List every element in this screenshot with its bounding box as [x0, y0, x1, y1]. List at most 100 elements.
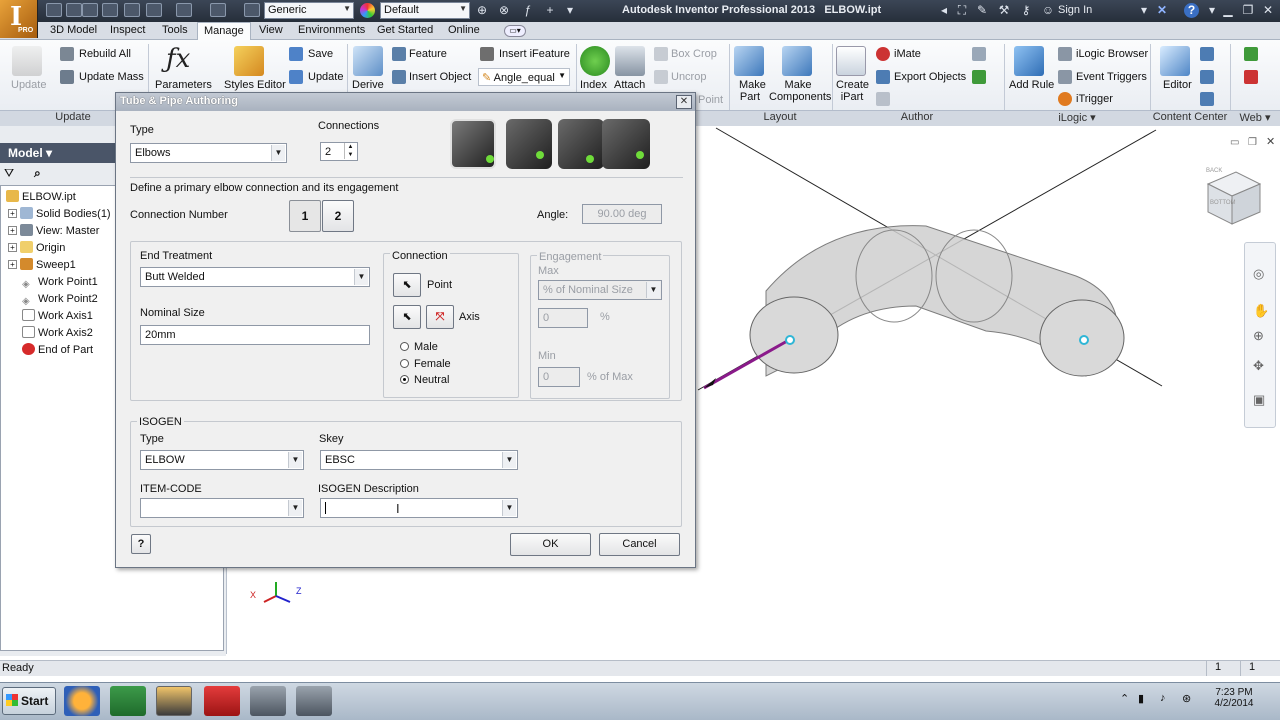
viewport-close-icon[interactable]: ✕ — [1266, 135, 1275, 148]
acrobat-icon[interactable] — [204, 686, 240, 716]
tree-item-work-point2[interactable]: ◈ Work Point2 — [22, 292, 98, 309]
material-style-combo[interactable]: Generic ▼ — [264, 2, 354, 19]
tee-preview-icon[interactable] — [558, 119, 604, 169]
chevron-down-icon[interactable]: ▾ — [1204, 3, 1220, 18]
max-combo[interactable]: % of Nominal Size ▼ — [538, 280, 662, 300]
rebuild-all-button[interactable]: Rebuild All — [79, 48, 131, 60]
ok-button[interactable]: OK — [510, 533, 591, 556]
tree-item-work-point1[interactable]: ◈ Work Point1 — [22, 275, 98, 292]
orbit-icon[interactable]: ✥ — [1253, 358, 1264, 374]
index-button[interactable]: Index — [580, 79, 607, 91]
tab-tools[interactable]: Tools — [156, 22, 194, 40]
uncrop-button[interactable]: Uncrop — [671, 71, 706, 83]
tab-get-started[interactable]: Get Started — [371, 22, 439, 40]
tree-item-work-axis2[interactable]: Work Axis2 — [22, 326, 93, 343]
event-triggers-button[interactable]: Event Triggers — [1076, 71, 1147, 83]
update-mass-button[interactable]: Update Mass — [79, 71, 144, 83]
imate-button[interactable]: iMate — [894, 48, 921, 60]
table-icon[interactable] — [876, 92, 890, 106]
undo-icon[interactable] — [124, 3, 140, 17]
find-icon[interactable]: ⌕ — [34, 166, 52, 180]
clear-appearance-icon[interactable]: ⊗ — [496, 3, 512, 18]
tree-item-origin[interactable]: + Origin — [8, 241, 65, 258]
expand-icon[interactable]: + — [8, 260, 17, 269]
ribbon-toggle-button[interactable]: ▭▾ — [504, 25, 526, 37]
new-dropdown-icon[interactable] — [66, 3, 82, 17]
select-point-button[interactable]: ⬉ — [393, 273, 421, 297]
ilogic-browser-button[interactable]: iLogic Browser — [1076, 48, 1148, 60]
chevron-down-icon[interactable]: ▾ — [1136, 3, 1152, 18]
tab-inspect[interactable]: Inspect — [104, 22, 151, 40]
tab-online[interactable]: Online — [442, 22, 486, 40]
clock[interactable]: 7:23 PM 4/2/2014 — [1204, 687, 1264, 709]
pan-icon[interactable]: ✋ — [1253, 303, 1269, 319]
open-file-icon[interactable] — [82, 3, 98, 17]
editor-button[interactable]: Editor — [1163, 79, 1192, 91]
zoom-icon[interactable]: ⊕ — [1253, 328, 1264, 344]
select-icon[interactable] — [244, 3, 260, 17]
dialog-title-bar[interactable]: Tube & Pipe Authoring — [116, 93, 695, 111]
connections-spinner[interactable]: 2 ▲ ▼ — [320, 142, 358, 161]
fx-icon[interactable]: ƒ — [520, 3, 536, 18]
tree-item-end-of-part[interactable]: End of Part — [22, 343, 93, 360]
create-ipart-button[interactable]: Create iPart — [836, 79, 869, 103]
tab-3d-model[interactable]: 3D Model — [44, 22, 103, 40]
start-button[interactable]: Start — [2, 687, 56, 715]
derive-button[interactable]: Derive — [352, 79, 384, 91]
tree-item-sweep1[interactable]: + Sweep1 — [8, 258, 76, 275]
app-taskbar-icon-1[interactable] — [250, 686, 286, 716]
flip-axis-button[interactable]: ⤧ — [426, 305, 454, 329]
inventor-taskbar-icon[interactable] — [156, 686, 192, 716]
return-icon[interactable] — [176, 3, 192, 17]
tree-item-solid-bodies[interactable]: + Solid Bodies(1) — [8, 207, 111, 224]
styles-editor-button[interactable]: Styles Editor — [224, 79, 286, 91]
tools-icon[interactable]: ⚒ — [996, 3, 1012, 18]
close-icon[interactable]: ✕ — [1260, 3, 1276, 18]
help-button[interactable]: ? — [131, 534, 151, 554]
min-value-field[interactable]: 0 — [538, 367, 580, 387]
look-at-icon[interactable]: ▣ — [1253, 392, 1265, 408]
wrench-icon[interactable]: ✎ — [974, 3, 990, 18]
dialog-close-button[interactable]: ✕ — [676, 95, 692, 109]
expand-icon[interactable]: + — [8, 226, 17, 235]
content-center-icon-1[interactable] — [1200, 47, 1214, 61]
feature-button[interactable]: Feature — [409, 48, 447, 60]
expand-icon[interactable]: + — [8, 209, 17, 218]
parameters-button[interactable]: Parameters — [155, 79, 212, 91]
tab-environments[interactable]: Environments — [292, 22, 371, 40]
tab-manage[interactable]: Manage — [197, 22, 251, 40]
itrigger-button[interactable]: iTrigger — [1076, 93, 1113, 105]
redo-icon[interactable] — [146, 3, 162, 17]
search-arrow-icon[interactable]: ◂ — [936, 3, 952, 18]
cancel-button[interactable]: Cancel — [599, 533, 680, 556]
help-icon[interactable]: ? — [1184, 3, 1199, 18]
new-file-icon[interactable] — [46, 3, 62, 17]
web-icon-2[interactable] — [1244, 70, 1258, 84]
elbow-preview-2-icon[interactable] — [506, 119, 552, 169]
isogen-description-combo[interactable]: ▼ — [320, 498, 518, 518]
tree-item-work-axis1[interactable]: Work Axis1 — [22, 309, 93, 326]
network-status-icon[interactable]: ⊛ — [1182, 692, 1191, 705]
app-taskbar-icon-2[interactable] — [296, 686, 332, 716]
user-icon[interactable]: ☺ — [1040, 3, 1056, 18]
radio-button[interactable] — [400, 342, 409, 351]
author-green-icon[interactable] — [972, 70, 986, 84]
make-components-button[interactable]: Make Components — [769, 79, 831, 103]
update-button[interactable]: Update — [11, 79, 46, 91]
item-code-combo[interactable]: ▼ — [140, 498, 304, 518]
insert-ifeature-button[interactable]: Insert iFeature — [499, 48, 570, 60]
iso-type-combo[interactable]: ELBOW ▼ — [140, 450, 304, 470]
export-objects-button[interactable]: Export Objects — [894, 71, 966, 83]
sign-in-link[interactable]: Sign In — [1058, 4, 1092, 16]
cross-preview-icon[interactable] — [602, 119, 650, 169]
content-center-icon-3[interactable] — [1200, 92, 1214, 106]
web-icon-1[interactable] — [1244, 47, 1258, 61]
customize-icon[interactable]: ▾ — [562, 3, 578, 18]
tab-view[interactable]: View — [253, 22, 289, 40]
tree-item-view-master[interactable]: + View: Master — [8, 224, 99, 241]
restore-icon[interactable]: ❐ — [1240, 3, 1256, 18]
save-icon[interactable] — [102, 3, 118, 17]
update-style-button[interactable]: Update — [308, 71, 343, 83]
appearance-combo[interactable]: Default ▼ — [380, 2, 470, 19]
add-rule-button[interactable]: Add Rule — [1009, 79, 1054, 91]
